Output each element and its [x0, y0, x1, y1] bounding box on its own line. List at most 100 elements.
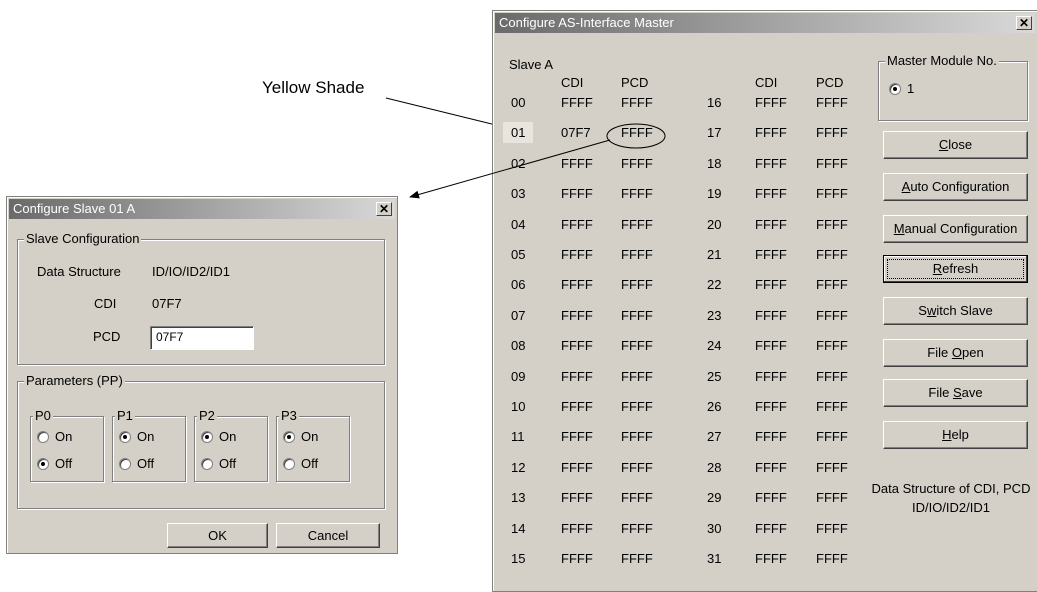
param-off-radio-label: Off	[301, 456, 319, 471]
pcd-cell: FFFF	[816, 216, 848, 232]
slave-id: 19	[707, 186, 722, 202]
param-on-radio-label: On	[55, 429, 73, 444]
switch-slave-button[interactable]: Switch Slave	[883, 297, 1028, 325]
help-button[interactable]: Help	[883, 421, 1028, 449]
slave-id: 09	[511, 368, 526, 384]
cdi-cell: FFFF	[561, 520, 593, 536]
button-label: anual Configuration	[904, 221, 1018, 236]
master-module-radio[interactable]	[889, 83, 901, 95]
param-on-radio-label: On	[301, 429, 319, 444]
col-header-cdi-right: CDI	[755, 75, 778, 90]
cdi-cell: FFFF	[755, 247, 787, 262]
cdi-cell: FFFF	[755, 125, 787, 141]
pcd-cell: FFFF	[621, 125, 653, 141]
cdi-cell: FFFF	[561, 95, 593, 110]
close-button[interactable]: Close	[883, 131, 1028, 159]
cdi-cell: FFFF	[561, 247, 593, 262]
pcd-cell: FFFF	[816, 429, 848, 445]
button-label: lose	[948, 137, 973, 152]
pcd-cell: FFFF	[816, 368, 848, 384]
info-line-1: Data Structure of CDI, PCD	[871, 481, 1031, 496]
slave-id: 06	[511, 277, 526, 293]
cdi-cell: FFFF	[755, 338, 787, 354]
cdi-cell: FFFF	[561, 186, 593, 202]
param-on-radio-label: On	[137, 429, 155, 444]
pcd-label: PCD	[93, 329, 121, 344]
pcd-cell: FFFF	[621, 247, 653, 262]
col-header-pcd-right: PCD	[816, 75, 844, 90]
close-icon[interactable]: ✕	[1016, 16, 1032, 30]
pcd-cell: FFFF	[816, 399, 848, 414]
slave-id: 17	[707, 125, 722, 141]
cdi-cell: FFFF	[755, 155, 787, 171]
pcd-cell: FFFF	[621, 186, 653, 202]
pcd-cell: FFFF	[816, 125, 848, 141]
master-window: Configure AS-Interface Master ✕ Slave A …	[492, 10, 1037, 592]
pcd-cell: FFFF	[621, 277, 653, 293]
pcd-cell: FFFF	[816, 307, 848, 323]
button-label: File	[927, 345, 952, 360]
slave-id: 29	[707, 490, 722, 506]
slave-configuration-label: Slave Configuration	[24, 231, 142, 247]
param-on-radio[interactable]	[283, 431, 295, 443]
pcd-cell: FFFF	[621, 368, 653, 384]
slave-dialog-title: Configure Slave 01 A	[13, 201, 136, 216]
slave-id: 22	[707, 277, 722, 293]
refresh-button[interactable]: Refresh	[883, 255, 1028, 283]
info-line-2: ID/IO/ID2/ID1	[911, 500, 991, 515]
pcd-cell: FFFF	[816, 520, 848, 536]
cdi-cell: FFFF	[561, 459, 593, 475]
annotation-label: Yellow Shade	[262, 78, 365, 97]
param-group-p1: P1 On Off	[112, 408, 186, 482]
pcd-cell: FFFF	[816, 155, 848, 171]
param-on-radio[interactable]	[119, 431, 131, 443]
arrow-yellow-shade	[385, 97, 509, 130]
param-name: P0	[33, 408, 53, 424]
slave-dialog: Configure Slave 01 A ✕ Slave Configurati…	[6, 196, 398, 554]
pcd-cell: FFFF	[621, 520, 653, 536]
param-off-radio-label: Off	[137, 456, 155, 471]
ok-button[interactable]: OK	[167, 523, 268, 548]
auto-configuration-button[interactable]: Auto Configuration	[883, 173, 1028, 201]
cdi-cell: FFFF	[561, 429, 593, 445]
param-off-radio[interactable]	[119, 458, 131, 470]
slave-id: 30	[707, 520, 722, 536]
slave-group-label: Slave A	[509, 57, 554, 72]
slave-id: 20	[707, 216, 722, 232]
file-open-button[interactable]: File Open	[883, 339, 1028, 367]
param-group-p0: P0 On Off	[30, 408, 104, 482]
button-mnemonic: H	[942, 427, 952, 442]
param-off-radio[interactable]	[37, 458, 49, 470]
cancel-button[interactable]: Cancel	[276, 523, 380, 548]
cdi-cell: FFFF	[755, 429, 787, 445]
slave-id: 16	[707, 95, 722, 110]
pcd-cell: FFFF	[816, 247, 848, 262]
param-on-radio[interactable]	[37, 431, 49, 443]
param-on-radio[interactable]	[201, 431, 213, 443]
param-off-radio-label: Off	[219, 456, 237, 471]
slave-id: 23	[707, 307, 722, 323]
param-off-radio[interactable]	[283, 458, 295, 470]
slave-id: 31	[707, 551, 722, 566]
cdi-cell: FFFF	[561, 399, 593, 414]
button-label: elp	[951, 427, 969, 442]
cdi-cell: FFFF	[561, 307, 593, 323]
ok-label: OK	[208, 528, 227, 543]
slave-id: 18	[707, 155, 722, 171]
cdi-cell: FFFF	[755, 277, 787, 293]
pcd-cell: FFFF	[621, 307, 653, 323]
pcd-input[interactable]: 07F7	[150, 326, 254, 350]
button-mnemonic: R	[932, 261, 943, 276]
file-save-button[interactable]: File Save	[883, 379, 1028, 407]
pcd-cell: FFFF	[816, 551, 848, 566]
slave-id: 24	[707, 338, 722, 354]
cdi-cell: FFFF	[755, 459, 787, 475]
slave-id: 11	[511, 429, 525, 445]
pcd-cell: FFFF	[816, 277, 848, 293]
param-off-radio[interactable]	[201, 458, 213, 470]
cdi-cell: FFFF	[561, 551, 593, 566]
manual-configuration-button[interactable]: Manual Configuration	[883, 215, 1028, 243]
pcd-cell: FFFF	[621, 216, 653, 232]
cdi-cell: FFFF	[755, 216, 787, 232]
close-icon[interactable]: ✕	[376, 202, 392, 216]
